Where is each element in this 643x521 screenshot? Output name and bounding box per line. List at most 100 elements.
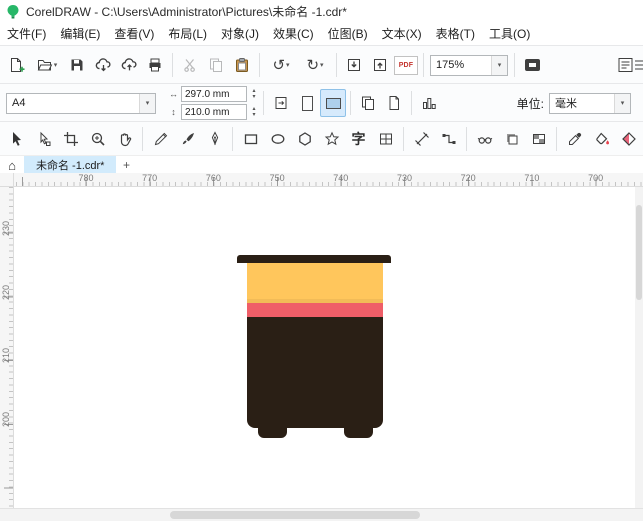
copy-button[interactable] <box>203 51 229 79</box>
page-borders-button[interactable] <box>416 89 442 117</box>
document-tab-bar: ⌂ 未命名 -1.cdr* + <box>0 155 643 174</box>
menu-item-object[interactable]: 对象(J) <box>214 22 266 45</box>
page-size-dropdown-arrow[interactable]: ▾ <box>139 94 155 113</box>
zoom-tool[interactable] <box>84 124 111 154</box>
menu-item-table[interactable]: 表格(T) <box>429 22 482 45</box>
fullscreen-preview-button[interactable] <box>519 51 545 79</box>
new-document-button[interactable] <box>4 51 30 79</box>
menu-item-edit[interactable]: 编辑(E) <box>53 22 107 45</box>
menu-item-view[interactable]: 查看(V) <box>107 22 161 45</box>
portrait-icon <box>302 96 313 111</box>
separator <box>172 53 173 77</box>
ruler-corner[interactable] <box>0 173 14 187</box>
polygon-tool[interactable] <box>291 124 318 154</box>
all-pages-button[interactable] <box>355 89 381 117</box>
window-title: CorelDRAW - C:\Users\Administrator\Pictu… <box>26 3 347 20</box>
vertical-ruler[interactable]: 230220210200 <box>0 187 14 508</box>
launcher-button[interactable] <box>615 51 643 79</box>
drawing-canvas[interactable] <box>15 187 635 508</box>
open-dropdown-arrow[interactable]: ▾ <box>54 61 58 69</box>
shape-tool[interactable] <box>30 124 57 154</box>
menu-item-file[interactable]: 文件(F) <box>0 22 53 45</box>
autofit-page-button[interactable] <box>268 89 294 117</box>
drop-shadow-tool[interactable] <box>498 124 525 154</box>
horizontal-scrollbar[interactable] <box>0 508 643 521</box>
redo-dropdown-arrow[interactable]: ▾ <box>320 61 324 69</box>
rectangle-tool[interactable] <box>237 124 264 154</box>
pick-tool[interactable] <box>3 124 30 154</box>
document-tab[interactable]: 未命名 -1.cdr* <box>24 156 116 174</box>
ruler-label: 720 <box>461 173 476 183</box>
menu-item-tools[interactable]: 工具(O) <box>482 22 537 45</box>
table-tool[interactable] <box>372 124 399 154</box>
export-button[interactable] <box>367 51 393 79</box>
vertical-scrollbar-thumb[interactable] <box>636 205 642 300</box>
vertical-scrollbar[interactable] <box>635 187 643 508</box>
home-tab-button[interactable]: ⌂ <box>0 156 24 174</box>
page-width-field[interactable]: 297.0 mm <box>181 86 247 102</box>
text-tool[interactable]: 字 <box>345 124 372 154</box>
import-button[interactable] <box>341 51 367 79</box>
page-height-spinner[interactable]: ▴▾ <box>249 106 259 118</box>
units-dropdown-arrow[interactable]: ▾ <box>614 94 630 113</box>
page-width-spinner[interactable]: ▴▾ <box>249 88 259 100</box>
attributes-eyedropper-tool[interactable] <box>471 124 498 154</box>
undo-dropdown-arrow[interactable]: ▾ <box>286 61 290 69</box>
transparency-tool[interactable] <box>525 124 552 154</box>
separator <box>556 127 557 151</box>
interactive-fill-tool[interactable] <box>615 124 642 154</box>
redo-button[interactable]: ↻ ▾ <box>298 51 332 79</box>
paste-button[interactable] <box>229 51 255 79</box>
pan-tool[interactable] <box>111 124 138 154</box>
object-stripe <box>247 303 383 317</box>
save-button[interactable] <box>64 51 90 79</box>
zoom-level-combo[interactable]: 175% ▾ <box>430 55 508 76</box>
current-page-button[interactable] <box>381 89 407 117</box>
menu-bar: 文件(F) 编辑(E) 查看(V) 布局(L) 对象(J) 效果(C) 位图(B… <box>0 22 643 45</box>
ruler-label: 200 <box>1 412 11 427</box>
zoom-level-value: 175% <box>431 59 491 71</box>
drawn-object[interactable] <box>247 263 383 428</box>
separator <box>466 127 467 151</box>
ruler-label: 230 <box>1 221 11 236</box>
page-height-field[interactable]: 210.0 mm <box>181 104 247 120</box>
freehand-tool[interactable] <box>147 124 174 154</box>
open-button[interactable]: ▾ <box>30 51 64 79</box>
publish-to-pdf-button[interactable]: PDF <box>393 51 419 79</box>
zoom-dropdown-arrow[interactable]: ▾ <box>491 56 507 75</box>
menu-item-effects[interactable]: 效果(C) <box>266 22 321 45</box>
landscape-icon <box>326 98 341 109</box>
pen-tool[interactable] <box>201 124 228 154</box>
color-eyedropper-tool[interactable] <box>561 124 588 154</box>
new-tab-button[interactable]: + <box>116 156 136 174</box>
save-to-cloud-button[interactable] <box>116 51 142 79</box>
page-size-preset-combo[interactable]: A4 ▾ <box>6 93 156 114</box>
units-label: 单位: <box>517 95 544 112</box>
star-tool[interactable] <box>318 124 345 154</box>
connector-tool[interactable] <box>435 124 462 154</box>
print-button[interactable] <box>142 51 168 79</box>
menu-item-layout[interactable]: 布局(L) <box>161 22 214 45</box>
coreldraw-window: CorelDRAW - C:\Users\Administrator\Pictu… <box>0 0 643 521</box>
open-from-cloud-button[interactable] <box>90 51 116 79</box>
ruler-label: 770 <box>142 173 157 183</box>
fullscreen-icon <box>525 59 540 71</box>
units-combo[interactable]: 毫米 ▾ <box>549 93 631 114</box>
landscape-button[interactable] <box>320 89 346 117</box>
menu-item-bitmaps[interactable]: 位图(B) <box>321 22 375 45</box>
crop-tool[interactable] <box>57 124 84 154</box>
undo-button[interactable]: ↺ ▾ <box>264 51 298 79</box>
fill-tool[interactable] <box>588 124 615 154</box>
horizontal-scrollbar-thumb[interactable] <box>170 511 420 519</box>
cut-button[interactable] <box>177 51 203 79</box>
toolbox: 字 <box>0 121 643 157</box>
ellipse-tool[interactable] <box>264 124 291 154</box>
object-lid[interactable] <box>237 255 391 263</box>
portrait-button[interactable] <box>294 89 320 117</box>
horizontal-ruler[interactable]: 780770760750740730720710700 <box>14 173 643 187</box>
dimension-tool[interactable] <box>408 124 435 154</box>
page-width-icon: ↔ <box>168 89 179 99</box>
artistic-media-tool[interactable] <box>174 124 201 154</box>
ruler-label: 710 <box>524 173 539 183</box>
menu-item-text[interactable]: 文本(X) <box>375 22 429 45</box>
